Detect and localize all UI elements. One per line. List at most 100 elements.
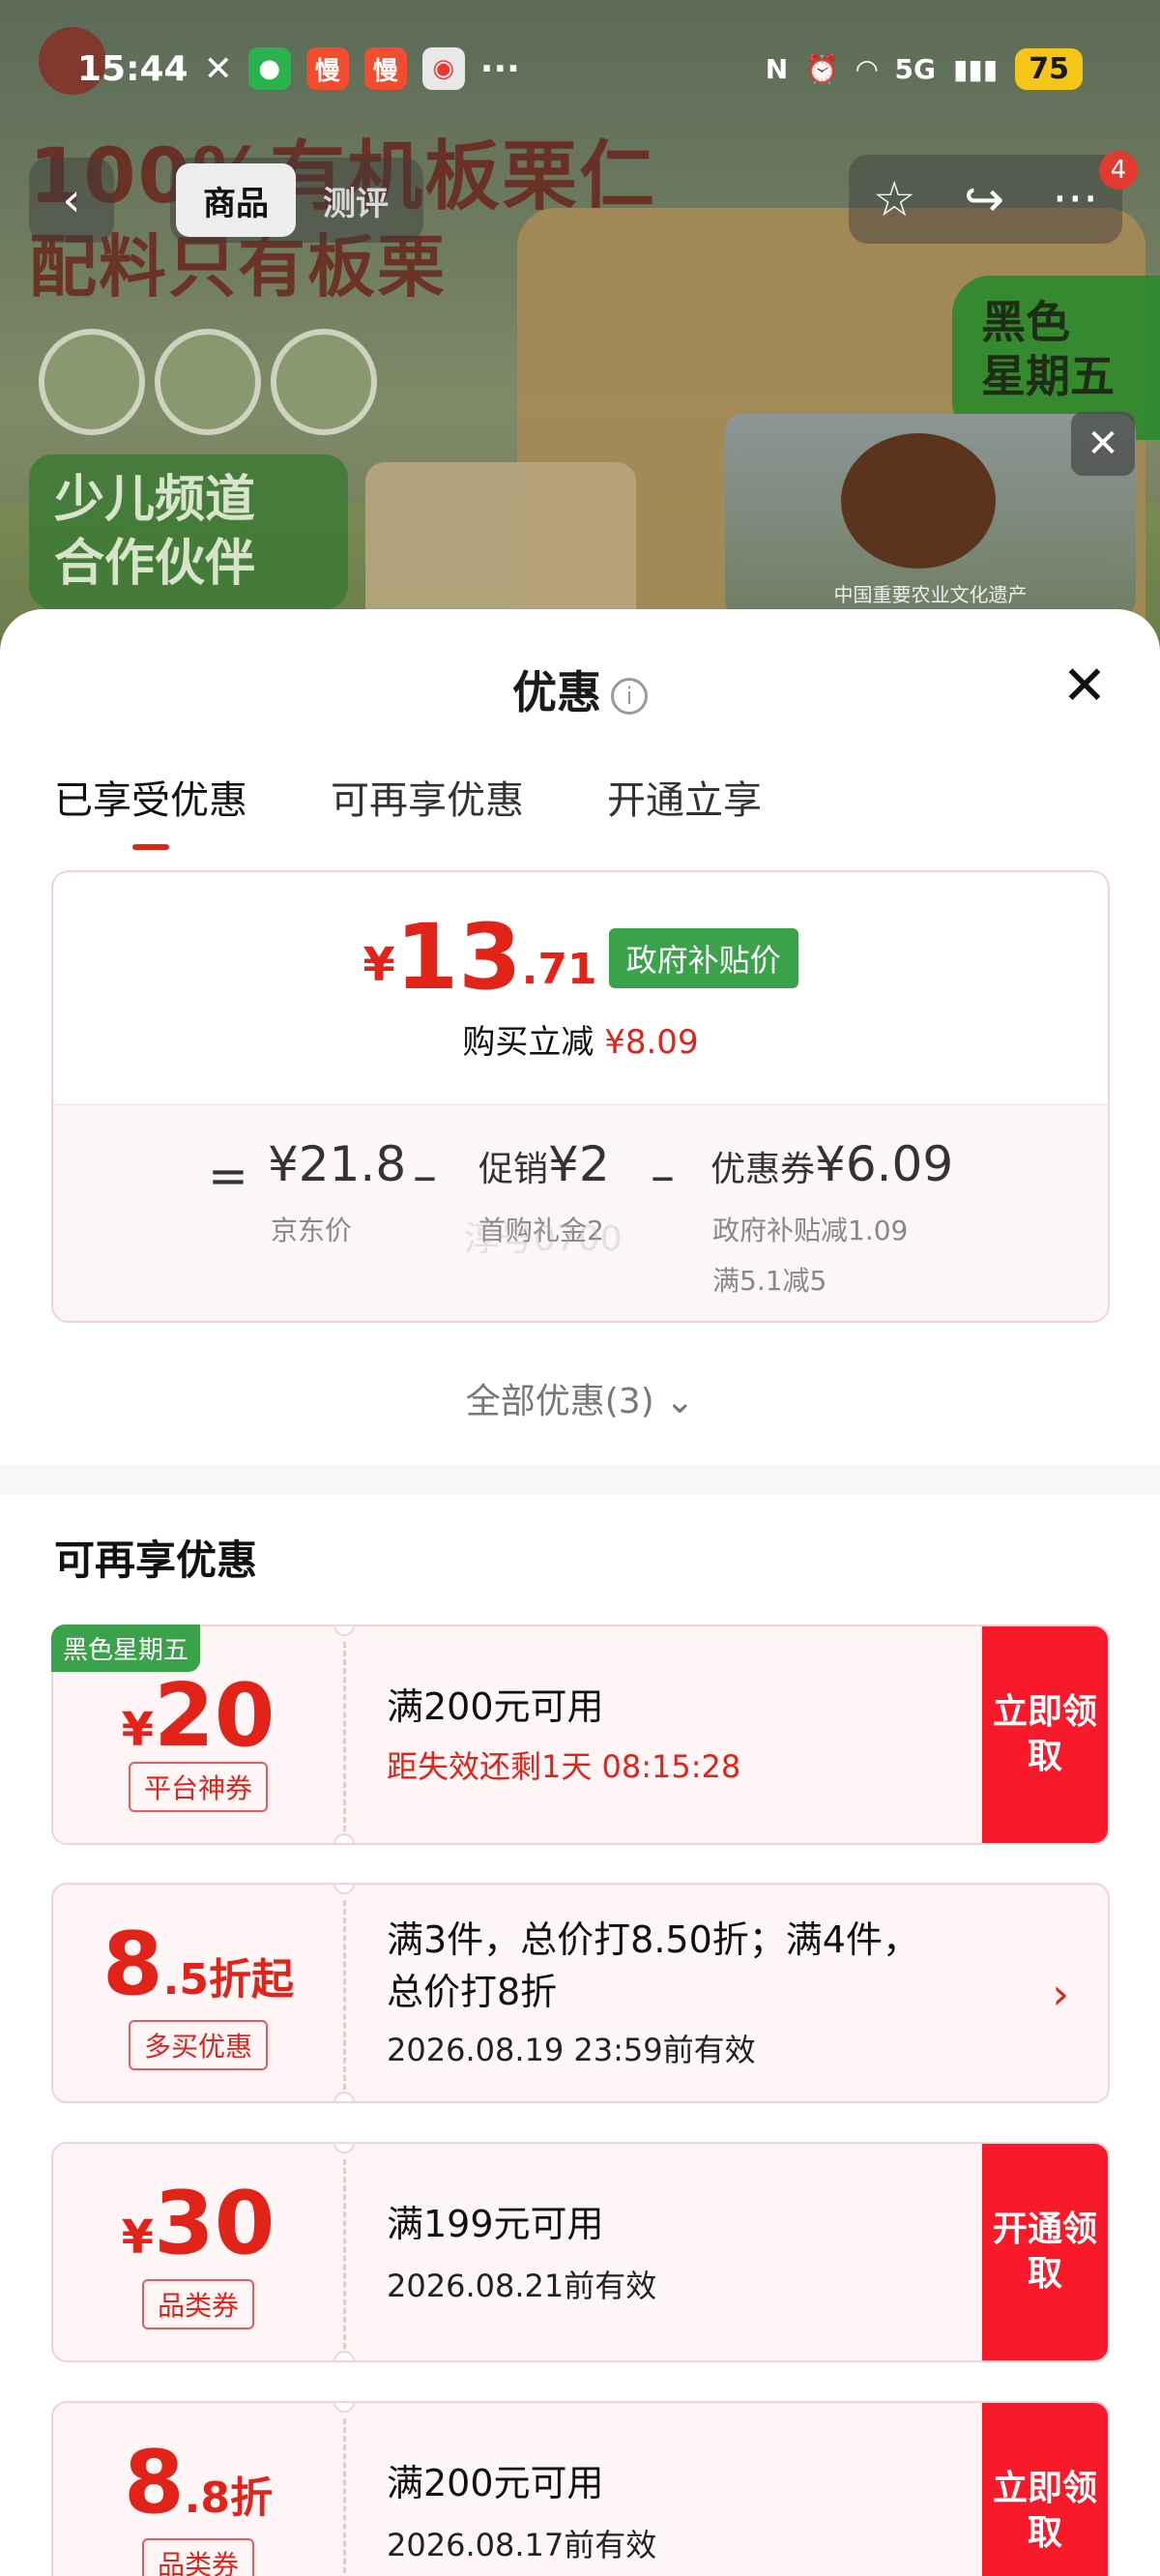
coupon-type-tag: 多买优惠: [128, 2020, 269, 2070]
app-notify-icon-1: 慢: [305, 47, 349, 90]
tab-enjoyed[interactable]: 已享受优惠: [54, 769, 247, 850]
coupon-value-area: ¥30 品类券: [53, 2144, 343, 2360]
more-menu-icon[interactable]: ···: [1053, 171, 1099, 227]
jd-price-label: 京东价: [271, 1215, 353, 1246]
coupon-condition-line-1: 满3件，总价打8.50折；满4件，: [387, 1918, 919, 1961]
organic-badge-1: [39, 329, 145, 435]
promo-row: 促销¥2: [478, 1136, 610, 1192]
promo-label: 促销: [478, 1150, 549, 1189]
coupon-discount-suffix: .5折起: [162, 1955, 294, 2005]
info-icon[interactable]: i: [611, 677, 648, 715]
coupon-separator: [343, 1642, 346, 1831]
coupon-condition: 满199元可用: [387, 2203, 604, 2245]
wifi-icon: ◠: [856, 52, 878, 85]
coupon-value-area: 8.8折 品类券: [53, 2403, 343, 2576]
coupon-card: 8.8折 品类券 满200元可用 2026.08.17前有效 立即领取: [51, 2401, 1110, 2576]
favorite-star-icon[interactable]: ☆: [873, 171, 916, 227]
price-currency: ¥: [362, 938, 395, 992]
coupon-type-tag: 品类券: [141, 2279, 255, 2329]
share-icon[interactable]: ↪: [964, 171, 1004, 227]
tab-review[interactable]: 测评: [296, 163, 416, 237]
page-tabs: 商品 测评: [170, 158, 423, 243]
app-notify-icon-2: 慢: [363, 47, 407, 90]
coupon-condition: 满200元可用: [387, 1685, 604, 1728]
coupon-card[interactable]: 8.5折起 多买优惠 满3件，总价打8.50折；满4件， 总价打8折 2026.…: [51, 1883, 1110, 2103]
coupon-amount-value: 30: [154, 2173, 276, 2274]
coupon-amount-value: 20: [154, 1665, 276, 1767]
final-price-area: ¥ 13 .71 政府补贴价 购买立减 ¥8.09: [53, 872, 1108, 1104]
all-offers-toggle[interactable]: 全部优惠(3) ⌄: [0, 1373, 1160, 1423]
chestnut-image: [841, 433, 996, 569]
coupon-expiry: 2026.08.21前有效: [387, 2268, 657, 2304]
video-close-button[interactable]: ✕: [1071, 412, 1135, 476]
network-type: 5G: [894, 52, 937, 85]
offer-tabs: 已享受优惠 可再享优惠 开通立享: [54, 769, 762, 850]
coupon-currency: ¥: [121, 1703, 155, 1757]
coupon-label: 优惠券: [710, 1150, 816, 1189]
coupon-type-tag: 平台神券: [128, 1762, 269, 1812]
video-caption: 中国重要农业文化遗产: [833, 583, 1028, 606]
equals-sign: =: [208, 1148, 248, 1204]
coupon-separator: [343, 1900, 346, 2090]
coupon-notch: [334, 2351, 355, 2360]
coupon-condition: 满200元可用: [387, 2462, 604, 2504]
kids-channel-badge: 少儿频道 合作伙伴: [29, 454, 348, 609]
jd-price-value: ¥21.8: [268, 1136, 407, 1192]
section-divider: [0, 1465, 1160, 1494]
sheet-title: 优惠: [512, 666, 601, 718]
alarm-icon: ⏰: [805, 52, 839, 85]
price-decimal: .71: [521, 945, 597, 994]
coupon-amount: 8.8折: [53, 2440, 343, 2527]
missed-call-icon: ✕: [203, 48, 233, 89]
back-button[interactable]: ‹: [29, 158, 114, 243]
sheet-close-button[interactable]: ✕: [1056, 659, 1114, 717]
offers-sheet: 优惠 i ✕ 已享受优惠 可再享优惠 开通立享 ¥ 13 .71 政府补贴价 购买…: [0, 609, 1160, 2576]
coupon-notch: [334, 2092, 355, 2101]
coupon-row: 优惠券¥6.09: [710, 1136, 953, 1192]
watermark: 淳号0700: [464, 1219, 623, 1259]
coupon-amount: ¥30: [53, 2181, 343, 2268]
close-icon: ✕: [1087, 422, 1119, 466]
coupon-countdown: 距失效还剩1天 08:15:28: [387, 1748, 741, 1785]
wechat-icon: ●: [247, 47, 291, 90]
reduction-label: 购买立减: [462, 1023, 594, 1062]
coupon-separator: [343, 2418, 346, 2576]
price-integer: 13: [394, 905, 522, 1010]
more-notifications-icon: ···: [479, 48, 520, 89]
minus-sign-1: –: [413, 1148, 437, 1204]
more-offers-title: 可再享优惠: [54, 1537, 258, 1584]
black-friday-line-1: 黑色: [981, 296, 1070, 348]
sheet-title-row: 优惠 i: [0, 658, 1160, 721]
reduction-value: ¥8.09: [604, 1023, 699, 1062]
coupon-amount: 8.5折起: [53, 1921, 343, 2008]
coupon-discount-value: 8: [102, 1914, 163, 2015]
coupon-card: ¥30 品类券 满199元可用 2026.08.21前有效 开通领取: [51, 2142, 1110, 2362]
coupon-separator: [343, 2159, 346, 2349]
tab-more-available[interactable]: 可再享优惠: [331, 769, 524, 850]
heritage-badge: [271, 329, 377, 435]
nfc-icon: N: [765, 52, 789, 85]
coupon-sub-1: 政府补贴减1.09: [712, 1215, 909, 1246]
tab-product[interactable]: 商品: [176, 163, 296, 237]
coupon-condition-line-2: 总价打8折: [387, 1971, 558, 2013]
kids-line-1: 少儿频道: [54, 471, 256, 529]
coupon-currency: ¥: [121, 2210, 155, 2265]
battery-level: 75: [1015, 47, 1083, 90]
tab-activate[interactable]: 开通立享: [607, 769, 762, 850]
signal-icon: ▮▮▮: [953, 52, 999, 85]
claim-button[interactable]: 立即领取: [982, 1626, 1108, 1843]
coupon-value: ¥6.09: [815, 1136, 954, 1192]
coupon-sub-2: 满5.1减5: [712, 1265, 827, 1297]
promo-value: ¥2: [548, 1136, 610, 1192]
coupon-discount-value: 8: [124, 2432, 185, 2533]
coupon-amount: ¥20: [53, 1673, 343, 1760]
chevron-right-icon: ›: [1052, 1970, 1069, 2019]
claim-button[interactable]: 立即领取: [982, 2403, 1108, 2576]
coupon-type-tag: 品类券: [141, 2538, 255, 2576]
page-actions: ☆ ↪ ···: [849, 155, 1122, 244]
minus-sign-2: –: [651, 1148, 675, 1204]
activate-claim-button[interactable]: 开通领取: [982, 2144, 1108, 2360]
black-friday-corner-tag: 黑色星期五: [51, 1625, 201, 1672]
coupon-notch: [334, 1833, 355, 1843]
coupon-expiry: 2026.08.17前有效: [387, 2527, 657, 2563]
